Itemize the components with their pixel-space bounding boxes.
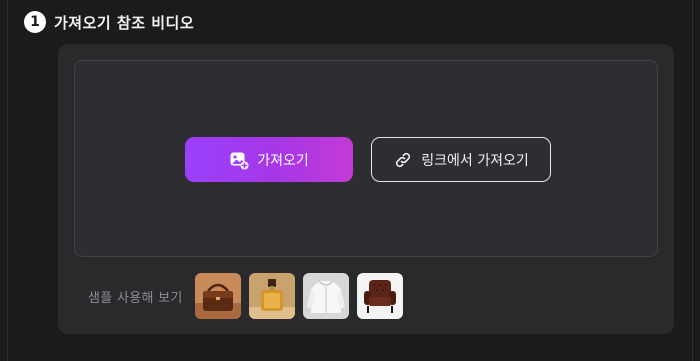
sample-thumbnail-leather-armchair[interactable] xyxy=(356,273,403,319)
import-from-link-label: 링크에서 가져오기 xyxy=(421,152,529,169)
sample-thumbnail-perfume[interactable] xyxy=(248,273,295,319)
import-button[interactable]: 가져오기 xyxy=(185,137,353,182)
link-icon xyxy=(393,150,413,170)
step-number-badge: 1 xyxy=(24,11,46,33)
samples-label: 샘플 사용해 보기 xyxy=(88,290,183,306)
upload-dropzone[interactable]: 가져오기 링크에서 가져오기 xyxy=(74,60,658,257)
section-header: 1 가져오기 참조 비디오 xyxy=(24,10,194,34)
sample-thumbnail-handbag[interactable] xyxy=(194,273,241,319)
image-add-icon xyxy=(229,150,249,170)
right-divider xyxy=(692,0,693,361)
sample-thumbnail-white-jacket[interactable] xyxy=(302,273,349,319)
import-from-link-button[interactable]: 링크에서 가져오기 xyxy=(371,137,551,182)
reference-video-panel: 가져오기 링크에서 가져오기 샘플 사용해 보기 xyxy=(58,44,674,334)
section-title: 가져오기 참조 비디오 xyxy=(54,13,195,32)
left-divider xyxy=(7,0,8,361)
import-button-label: 가져오기 xyxy=(257,152,309,169)
sample-strip: 샘플 사용해 보기 xyxy=(88,273,403,319)
